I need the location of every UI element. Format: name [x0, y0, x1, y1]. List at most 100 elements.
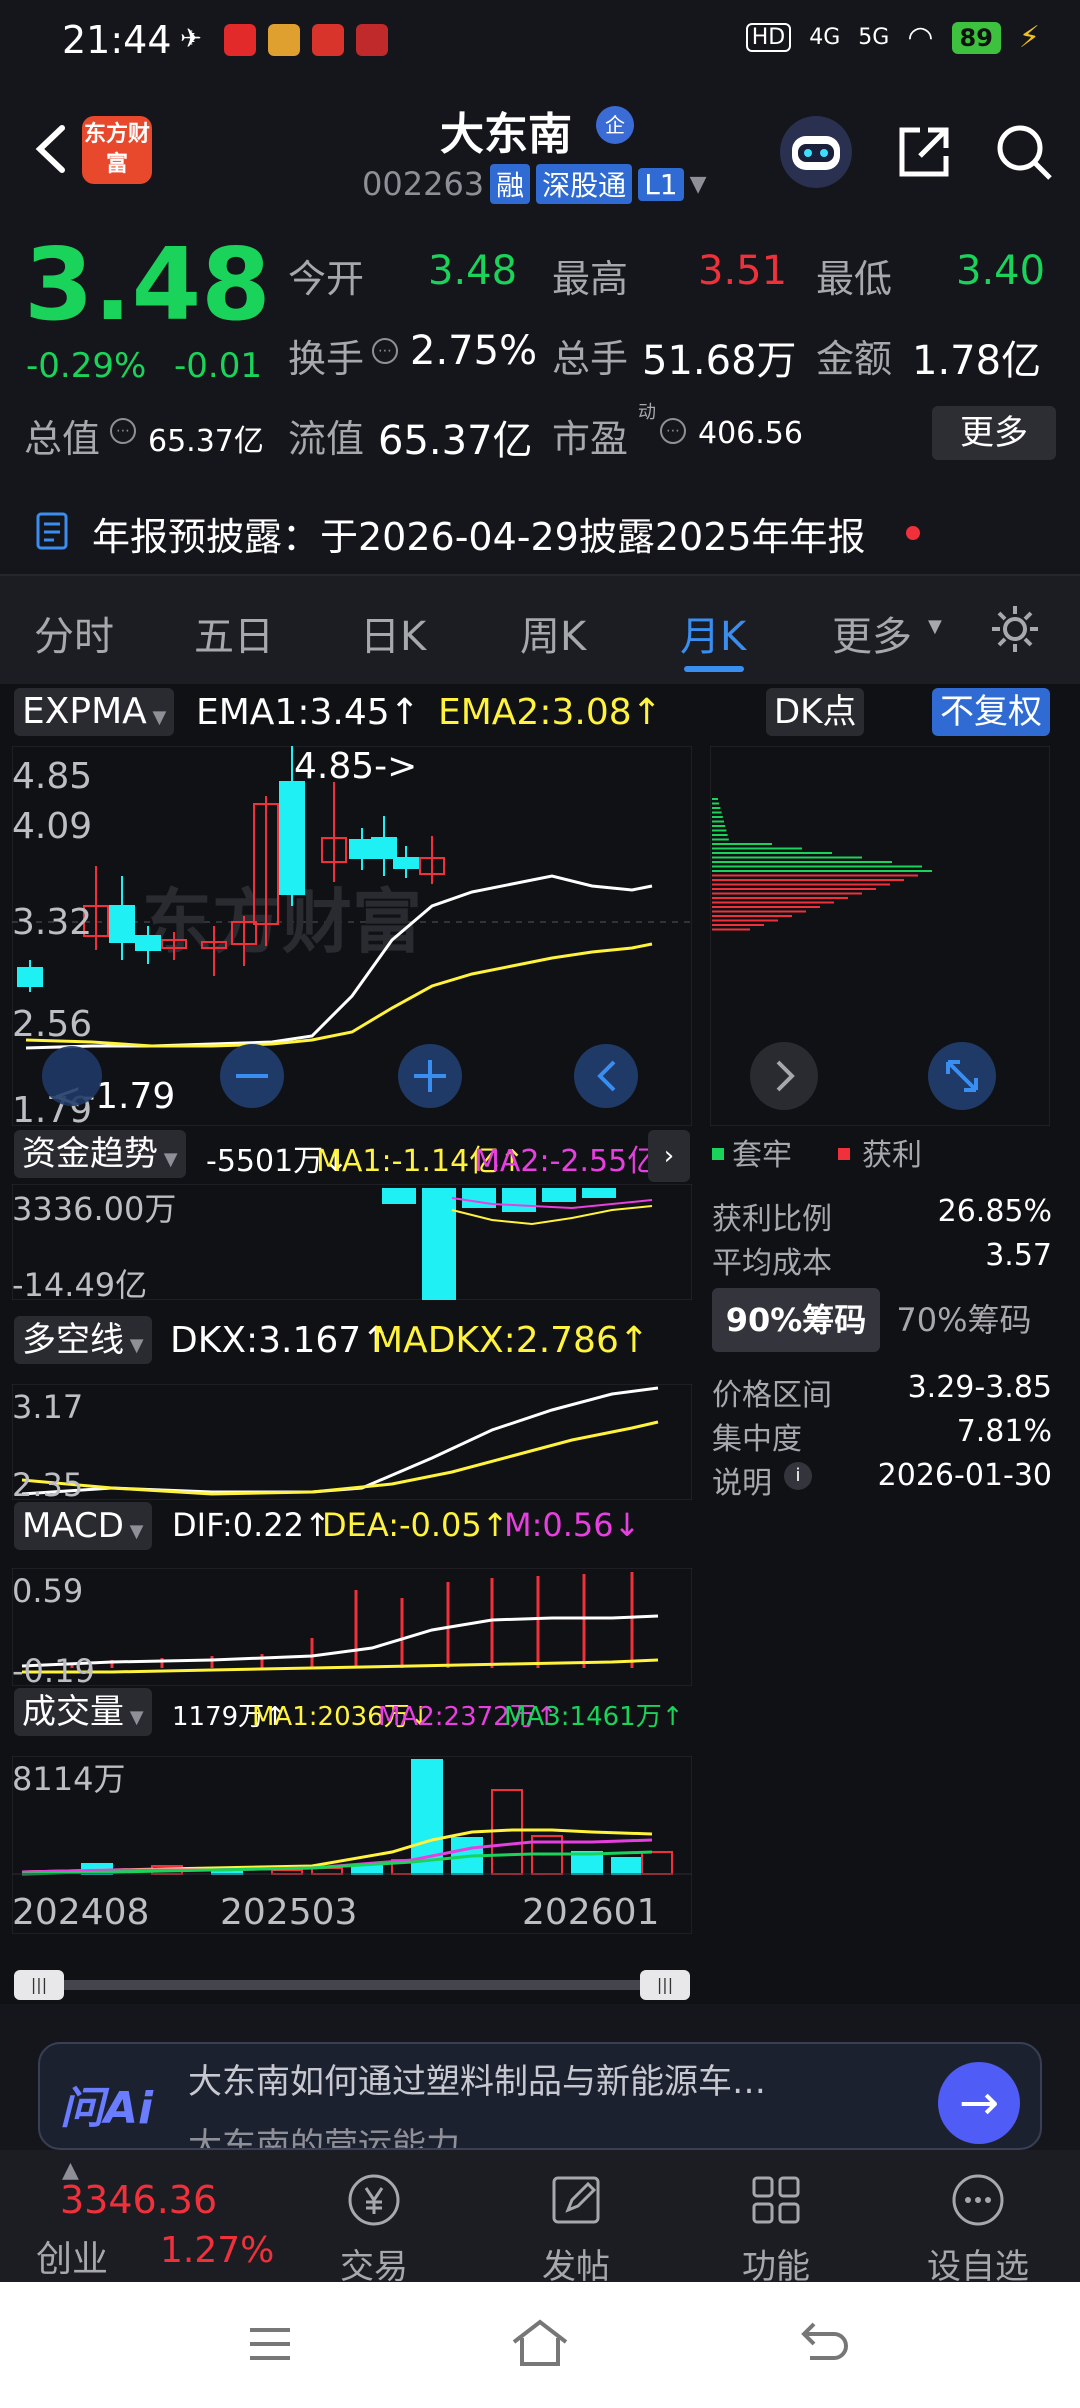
- document-icon: [36, 512, 68, 550]
- chip-distribution-chart[interactable]: [710, 746, 1050, 1126]
- tab-five-day[interactable]: 五日: [194, 604, 274, 662]
- nav-watchlist-label: 设自选: [927, 2247, 1029, 2287]
- volume-indicator-select[interactable]: 成交量 ▼: [14, 1688, 152, 1736]
- chip-bar: [712, 897, 848, 899]
- app-notification-icon: [224, 24, 256, 56]
- tab-intraday[interactable]: 分时: [34, 604, 114, 662]
- concentration-value: 7.81%: [956, 1414, 1052, 1449]
- yen-icon: [348, 2174, 400, 2226]
- x-label: 202503: [220, 1892, 357, 1933]
- note-row: 说明 i 2026-01-30: [712, 1458, 1052, 1502]
- change-pct: -0.29%: [26, 346, 147, 386]
- app-notification-icon: [312, 24, 344, 56]
- amount-value: 1.78亿: [912, 338, 1042, 384]
- wifi-icon: ◠: [907, 20, 934, 55]
- app-logo: 东方财富: [82, 116, 152, 184]
- y-label: 4.85: [12, 756, 92, 797]
- chevron-right-icon[interactable]: ›: [648, 1130, 690, 1182]
- candle-body: [393, 857, 419, 869]
- turnover-label: 换手: [288, 337, 365, 381]
- chip-bar: [712, 847, 802, 850]
- macd-m: M:0.56↓: [504, 1506, 641, 1544]
- caret-down-icon: ▼: [123, 1521, 144, 1542]
- fund-bar: [542, 1188, 576, 1202]
- fund-y-top: 3336.00万: [12, 1190, 176, 1228]
- ask-ai-bar[interactable]: 问Ai 大东南如何通过塑料制品与新能源车… 大东南的营运能力 →: [38, 2042, 1042, 2150]
- macd-y-top: 0.59: [12, 1572, 83, 1610]
- main-indicator-select[interactable]: EXPMA ▼: [14, 688, 175, 736]
- back-icon[interactable]: [24, 114, 84, 184]
- macd-indicator-label: MACD: [22, 1506, 124, 1546]
- range-handle-left[interactable]: |||: [14, 1970, 64, 2000]
- collapse-icon[interactable]: [42, 1046, 102, 1106]
- more-button[interactable]: 更多: [932, 406, 1056, 460]
- margin-tag: 融: [490, 164, 531, 204]
- profit-ratio-value: 26.85%: [937, 1194, 1052, 1229]
- fund-indicator-select[interactable]: 资金趋势 ▼: [14, 1130, 186, 1178]
- tab-more[interactable]: 更多: [832, 604, 912, 662]
- range-slider-track[interactable]: [14, 1980, 690, 1990]
- dk-point-button[interactable]: DK点: [766, 688, 865, 736]
- chip-next-icon[interactable]: [750, 1042, 818, 1110]
- share-icon[interactable]: [892, 120, 956, 184]
- macd-y-bottom: -0.19: [12, 1652, 95, 1686]
- price-range-row: 价格区间 3.29-3.85: [712, 1370, 1052, 1414]
- notice-bar[interactable]: 年报预披露：于2026-04-29披露2025年年报: [0, 486, 1080, 576]
- back-nav-icon[interactable]: [798, 2318, 850, 2368]
- level-tag[interactable]: L1: [638, 167, 684, 201]
- info-icon[interactable]: ⋯: [372, 338, 398, 364]
- x-label: 202408: [12, 1892, 149, 1933]
- chip-bar: [712, 834, 728, 836]
- index-value[interactable]: 3346.36: [60, 2178, 217, 2222]
- range-handle-right[interactable]: |||: [640, 1970, 690, 2000]
- y-label: 2.56: [12, 1004, 92, 1045]
- float-cap-value: 65.37亿: [378, 418, 533, 464]
- arrow-right-icon[interactable]: →: [938, 2062, 1020, 2144]
- tab-chip-70[interactable]: 70%筹码: [880, 1288, 1048, 1352]
- x-label: 202601: [522, 1892, 659, 1933]
- caret-down-icon: ▼: [124, 1707, 144, 1728]
- no-adjust-button[interactable]: 不复权: [932, 688, 1050, 736]
- float-cap-label: 流值: [288, 417, 365, 461]
- volume-bar: [611, 1857, 643, 1875]
- tab-chip-90[interactable]: 90%筹码: [712, 1288, 880, 1352]
- chip-bar: [712, 811, 722, 814]
- fund-bar: [422, 1188, 456, 1300]
- app-notification-icon: ✈: [180, 24, 202, 54]
- open-value: 3.48: [428, 248, 518, 294]
- macd-indicator-select[interactable]: MACD ▼: [14, 1502, 152, 1550]
- caret-down-icon: ▼: [158, 1149, 178, 1170]
- info-icon[interactable]: ⋯: [660, 418, 686, 444]
- chevron-down-icon[interactable]: ▼: [690, 172, 707, 197]
- kline-chart[interactable]: 东方财富 4.85 4.09 3.32 2.56 1.79 4.85-> <-1…: [12, 746, 692, 1126]
- dkx-indicator-select[interactable]: 多空线 ▼: [14, 1316, 152, 1364]
- home-icon[interactable]: [508, 2316, 572, 2370]
- ask-suggestion-1[interactable]: 大东南如何通过塑料制品与新能源车…: [188, 2054, 766, 2103]
- info-icon[interactable]: i: [784, 1462, 812, 1490]
- nav-watchlist[interactable]: 设自选: [908, 2170, 1048, 2288]
- info-icon[interactable]: ⋯: [110, 418, 136, 444]
- nav-functions[interactable]: 功能: [706, 2170, 846, 2288]
- dkx-chart: 3.17 2.35: [12, 1384, 692, 1500]
- nav-trade[interactable]: 交易: [304, 2170, 444, 2288]
- ask-suggestion-2[interactable]: 大东南的营运能力: [188, 2118, 460, 2148]
- battery-icon: 89: [951, 21, 1001, 54]
- connect-tag: 深股通: [536, 164, 633, 204]
- search-icon[interactable]: [992, 120, 1056, 184]
- volume-value: 51.68万: [642, 338, 797, 384]
- nav-post[interactable]: 发帖: [506, 2170, 646, 2288]
- nav-post-label: 发帖: [542, 2247, 610, 2287]
- low-label: 最低: [816, 257, 893, 301]
- chip-bar: [712, 910, 806, 913]
- fund-bar: [382, 1188, 416, 1204]
- menu-icon[interactable]: [246, 2322, 294, 2366]
- chip-bar: [712, 838, 729, 841]
- scroll-left-icon[interactable]: [574, 1044, 638, 1108]
- gear-icon[interactable]: [988, 602, 1042, 656]
- tab-weekly-k[interactable]: 周K: [520, 604, 586, 662]
- robot-assistant-icon[interactable]: [776, 112, 856, 192]
- tab-monthly-k[interactable]: 月K: [680, 604, 746, 662]
- chip-bar: [712, 798, 718, 800]
- tab-daily-k[interactable]: 日K: [360, 604, 426, 662]
- main-indicator-label: EXPMA: [22, 691, 147, 732]
